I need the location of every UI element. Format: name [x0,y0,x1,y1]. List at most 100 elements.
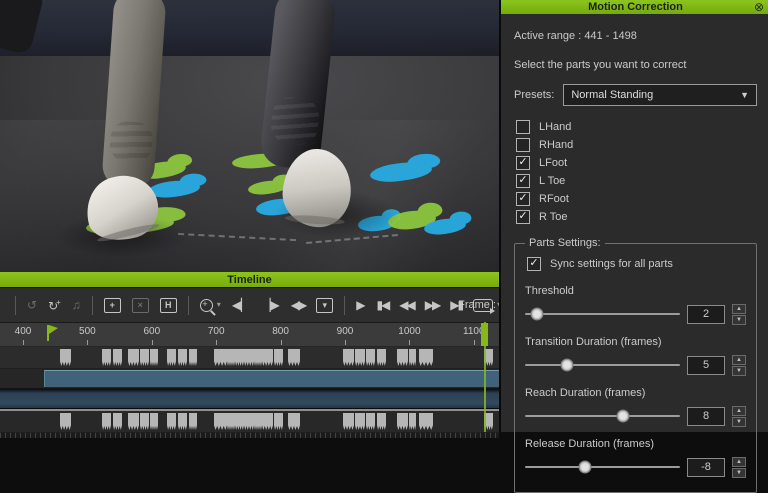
slider-track[interactable] [525,466,680,468]
keyframe-marker[interactable] [409,413,416,430]
prev-clip-edge-icon[interactable]: ◀▏ [232,299,250,311]
keyframe-marker[interactable] [189,349,197,366]
keyframe-marker[interactable] [128,349,139,366]
slider-value-field[interactable]: 5 [687,356,725,375]
spinner-down-icon[interactable]: ▼ [732,315,746,325]
sync-settings-checkbox[interactable]: Sync settings for all parts [527,255,746,272]
play-button[interactable]: ▶ [356,299,365,311]
keyframe-marker[interactable] [262,413,273,430]
keyframe-track-bottom[interactable] [0,411,499,433]
keyframe-marker[interactable] [227,413,235,430]
part-checkbox-l-toe[interactable]: L Toe [516,172,757,189]
part-checkbox-r-toe[interactable]: R Toe [516,208,757,225]
spinner-down-icon[interactable]: ▼ [732,417,746,427]
keyframe-marker[interactable] [397,413,408,430]
keyframe-marker[interactable] [262,349,273,366]
checkbox-icon[interactable] [516,138,530,152]
slider-track[interactable] [525,313,680,315]
keyframe-marker[interactable] [254,413,262,430]
delete-track-icon[interactable]: × [132,298,149,313]
next-clip-edge-icon[interactable]: ▕▶ [261,299,279,311]
keyframe-marker[interactable] [419,413,433,430]
keyframe-marker[interactable] [140,349,149,366]
slider-thumb[interactable] [531,308,544,321]
keyframe-marker[interactable] [102,349,111,366]
keyframe-marker[interactable] [150,413,158,430]
keyframe-marker[interactable] [244,413,254,430]
spinner-down-icon[interactable]: ▼ [732,468,746,478]
keyframe-marker[interactable] [140,413,149,430]
keyframe-track-top[interactable] [0,347,499,369]
checkbox-icon[interactable] [516,192,530,206]
zoom-timeline-icon[interactable] [200,299,213,312]
keyframe-marker[interactable] [377,413,386,430]
checkbox-icon[interactable] [516,174,530,188]
playhead-line[interactable] [484,322,486,432]
part-checkbox-lfoot[interactable]: LFoot [516,154,757,171]
keyframe-marker[interactable] [288,349,300,366]
keyframe-marker[interactable] [355,413,365,430]
keyframe-marker[interactable] [254,349,262,366]
keyframe-marker[interactable] [397,349,408,366]
keyframe-marker[interactable] [377,349,386,366]
slider-thumb[interactable] [616,410,629,423]
keyframe-marker[interactable] [60,413,71,430]
next-frame-button[interactable]: ▶▶ [425,299,439,311]
loop-clip-icon[interactable]: ↺ [27,299,37,311]
part-checkbox-lhand[interactable]: LHand [516,118,757,135]
keyframe-marker[interactable] [355,349,365,366]
keyframe-marker[interactable] [113,349,122,366]
add-loop-icon[interactable]: ↻ [48,299,61,312]
motion-clip[interactable] [44,370,499,387]
zoom-options-caret-icon[interactable]: ▾ [217,301,221,309]
keyframe-marker[interactable] [227,349,235,366]
slider-value-field[interactable]: -8 [687,458,725,477]
presets-dropdown[interactable]: Normal Standing ▼ [563,84,757,106]
range-start-flag[interactable] [47,325,49,341]
keyframe-marker[interactable] [113,413,122,430]
keyframe-marker[interactable] [167,413,176,430]
keyframe-marker[interactable] [178,349,187,366]
slider-value-field[interactable]: 8 [687,407,725,426]
3d-viewport[interactable] [0,0,499,272]
spinner-up-icon[interactable]: ▲ [732,406,746,416]
go-to-start-button[interactable]: ▮◀ [376,299,388,311]
checkbox-icon[interactable] [527,257,541,271]
slider-thumb[interactable] [560,359,573,372]
spinner-up-icon[interactable]: ▲ [732,304,746,314]
keyframe-marker[interactable] [288,413,300,430]
slider-value-field[interactable]: 2 [687,305,725,324]
keyframe-marker[interactable] [366,413,375,430]
keyframe-marker[interactable] [274,349,283,366]
keyframe-marker[interactable] [244,349,254,366]
spinner-up-icon[interactable]: ▲ [732,355,746,365]
keyframe-marker[interactable] [235,349,244,366]
part-checkbox-rhand[interactable]: RHand [516,136,757,153]
keyframe-marker[interactable] [60,349,71,366]
keyframe-marker[interactable] [128,413,139,430]
keyframe-marker[interactable] [167,349,176,366]
add-track-icon[interactable]: + [104,298,121,313]
slider-thumb[interactable] [579,461,592,474]
keyframe-marker[interactable] [235,413,244,430]
part-checkbox-rfoot[interactable]: RFoot [516,190,757,207]
checkbox-icon[interactable] [516,210,530,224]
range-track[interactable] [0,389,499,409]
collect-clip-icon[interactable]: ▾ [316,298,333,313]
keyframe-marker[interactable] [178,413,187,430]
prev-frame-button[interactable]: ◀◀ [399,299,413,311]
keyframe-marker[interactable] [214,413,227,430]
keyframe-marker[interactable] [366,349,375,366]
panel-titlebar[interactable]: Motion Correction ⊗ [501,0,768,14]
audio-track-icon[interactable]: ♫ [72,299,81,311]
keyframe-marker[interactable] [274,413,283,430]
keyframe-marker[interactable] [343,413,354,430]
keyframe-marker[interactable] [409,349,416,366]
timeline-titlebar[interactable]: Timeline [0,272,499,288]
checkbox-icon[interactable] [516,156,530,170]
slider-track[interactable] [525,364,680,366]
checkbox-icon[interactable] [516,120,530,134]
fit-range-icon[interactable]: ◀▶ [291,299,305,311]
timeline-ruler[interactable]: 40050060070080090010001100 [0,323,499,347]
keyframe-marker[interactable] [214,349,227,366]
